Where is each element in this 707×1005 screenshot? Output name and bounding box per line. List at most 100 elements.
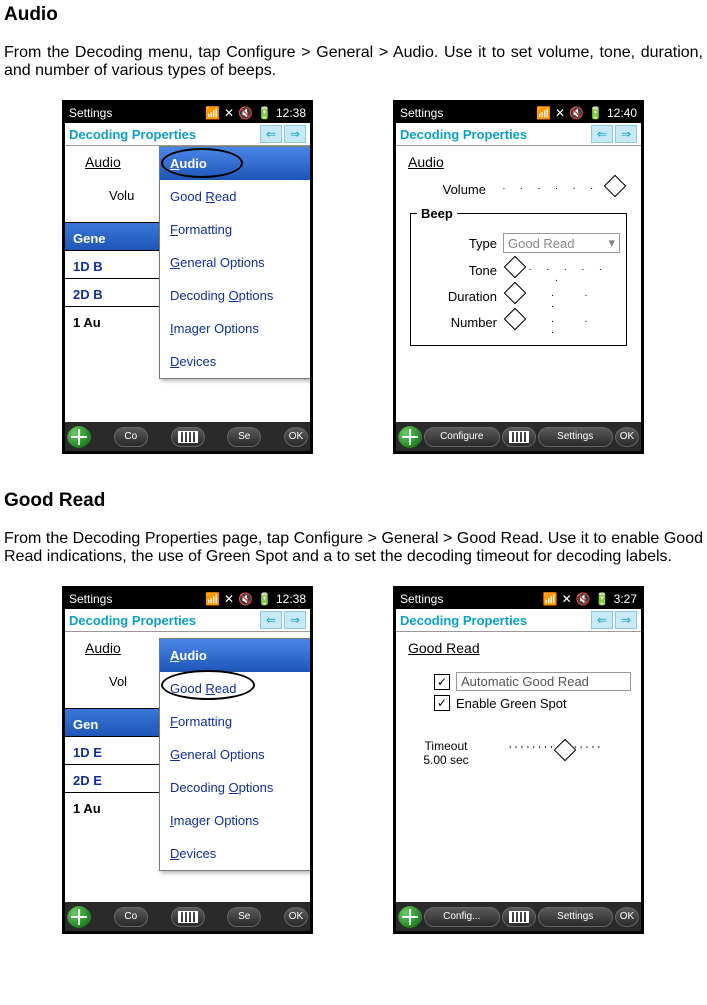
keyboard-button[interactable] <box>502 907 536 927</box>
back-arrow-button[interactable]: ⇐ <box>591 611 613 629</box>
screenshots-row-goodread: Settings 📶 ✕ 🔇 🔋 12:38 Decoding Properti… <box>4 586 703 934</box>
status-title: Settings <box>69 592 112 606</box>
settings-button[interactable]: Settings <box>538 427 614 447</box>
annotation-circle-goodread <box>161 670 255 700</box>
general-dropdown-menu: Audio Good Read Formatting General Optio… <box>159 146 310 379</box>
soft-button-bar: Co Se OK <box>65 902 310 931</box>
status-title: Settings <box>400 106 443 120</box>
ok-button[interactable]: OK <box>284 427 308 447</box>
battery-icon: 🔋 <box>257 106 272 120</box>
antenna-icon: ✕ <box>224 106 234 120</box>
clock: 12:38 <box>276 592 306 606</box>
clock: 12:40 <box>607 106 637 120</box>
clock: 12:38 <box>276 106 306 120</box>
back-arrow-button[interactable]: ⇐ <box>591 125 613 143</box>
forward-arrow-button[interactable]: ⇒ <box>284 611 306 629</box>
signal-icon: 📶 <box>536 106 551 120</box>
menu-item-general-options[interactable]: General Options <box>160 738 310 771</box>
auto-goodread-checkbox[interactable]: ✓ <box>434 674 450 690</box>
menu-item-imager-options[interactable]: Imager Options <box>160 312 310 345</box>
menu-item-devices[interactable]: Devices <box>160 837 310 870</box>
panel-title-goodread: Good Read <box>408 640 631 656</box>
number-slider[interactable] <box>503 313 616 331</box>
settings-button-trunc[interactable]: Se <box>227 907 261 927</box>
tone-slider[interactable] <box>503 261 616 279</box>
back-arrow-button[interactable]: ⇐ <box>260 611 282 629</box>
menu-item-general-options[interactable]: General Options <box>160 246 310 279</box>
keyboard-icon <box>509 431 529 443</box>
content-area: Audio Vol Gen 1D E 2D E 1 Au Audio Good … <box>65 632 310 902</box>
configure-button-trunc[interactable]: Co <box>114 427 148 447</box>
menu-item-audio[interactable]: Audio <box>160 639 310 672</box>
underlying-title: Audio <box>85 640 121 656</box>
keyboard-icon <box>509 911 529 923</box>
configure-button-trunc[interactable]: Co <box>114 907 148 927</box>
underlying-volume-label: Volu <box>109 188 134 203</box>
menu-item-decoding-options[interactable]: Decoding Options <box>160 279 310 312</box>
settings-button-trunc[interactable]: Se <box>227 427 261 447</box>
keyboard-icon <box>178 911 198 923</box>
section-heading-audio: Audio <box>4 4 703 26</box>
page-header: Decoding Properties ⇐ ⇒ <box>65 609 310 632</box>
content-area: Audio Volume Beep Type Good Read ▾ <box>396 146 641 422</box>
section-heading-goodread: Good Read <box>4 490 703 512</box>
keyboard-button[interactable] <box>502 427 536 447</box>
start-button[interactable] <box>398 427 422 447</box>
screenshot-goodread-menu: Settings 📶 ✕ 🔇 🔋 12:38 Decoding Properti… <box>62 586 313 934</box>
menu-item-good-read[interactable]: Good Read <box>160 180 310 213</box>
duration-label: Duration <box>417 289 503 304</box>
clock: 3:27 <box>614 592 637 606</box>
green-spot-label: Enable Green Spot <box>456 696 567 711</box>
start-button[interactable] <box>398 907 422 927</box>
number-label: Number <box>417 315 503 330</box>
content-area: Good Read ✓ Automatic Good Read ✓ Enable… <box>396 632 641 902</box>
soft-button-bar: Co Se OK <box>65 422 310 451</box>
content-area: Audio Volu Gene 1D B 2D B 1 Au Audio Goo… <box>65 146 310 422</box>
keyboard-button[interactable] <box>171 427 205 447</box>
page-header: Decoding Properties ⇐ ⇒ <box>396 123 641 146</box>
start-button[interactable] <box>67 427 91 447</box>
windows-icon <box>399 906 421 928</box>
keyboard-button[interactable] <box>171 907 205 927</box>
type-select[interactable]: Good Read ▾ <box>503 233 620 253</box>
signal-icon: 📶 <box>543 592 558 606</box>
settings-button[interactable]: Settings <box>538 907 614 927</box>
menu-item-formatting[interactable]: Formatting <box>160 705 310 738</box>
configure-button[interactable]: Config... <box>424 907 500 927</box>
underlying-volume-label: Vol <box>109 674 127 689</box>
timeout-label: Timeout <box>406 739 486 753</box>
start-button[interactable] <box>67 907 91 927</box>
ok-button[interactable]: OK <box>615 907 639 927</box>
signal-icon: 📶 <box>205 106 220 120</box>
ok-button[interactable]: OK <box>284 907 308 927</box>
status-title: Settings <box>400 592 443 606</box>
duration-slider[interactable] <box>503 287 616 305</box>
menu-item-imager-options[interactable]: Imager Options <box>160 804 310 837</box>
timeout-slider[interactable] <box>486 744 627 762</box>
windows-icon <box>399 426 421 448</box>
page-title: Decoding Properties <box>69 613 196 628</box>
forward-arrow-button[interactable]: ⇒ <box>615 125 637 143</box>
status-bar: Settings 📶 ✕ 🔇 🔋 12:40 <box>396 103 641 123</box>
volume-slider[interactable] <box>492 180 627 198</box>
forward-arrow-button[interactable]: ⇒ <box>284 125 306 143</box>
annotation-circle-audio <box>161 148 243 178</box>
antenna-icon: ✕ <box>562 592 572 606</box>
forward-arrow-button[interactable]: ⇒ <box>615 611 637 629</box>
page-title: Decoding Properties <box>400 613 527 628</box>
page-header: Decoding Properties ⇐ ⇒ <box>65 123 310 146</box>
status-bar: Settings 📶 ✕ 🔇 🔋 3:27 <box>396 589 641 609</box>
menu-item-formatting[interactable]: Formatting <box>160 213 310 246</box>
windows-icon <box>68 426 90 448</box>
battery-icon: 🔋 <box>588 106 603 120</box>
menu-item-devices[interactable]: Devices <box>160 345 310 378</box>
configure-button[interactable]: Configure <box>424 427 500 447</box>
status-bar: Settings 📶 ✕ 🔇 🔋 12:38 <box>65 589 310 609</box>
back-arrow-button[interactable]: ⇐ <box>260 125 282 143</box>
page-title: Decoding Properties <box>69 127 196 142</box>
panel-title-audio: Audio <box>408 154 631 170</box>
ok-button[interactable]: OK <box>615 427 639 447</box>
green-spot-checkbox[interactable]: ✓ <box>434 695 450 711</box>
status-bar: Settings 📶 ✕ 🔇 🔋 12:38 <box>65 103 310 123</box>
menu-item-decoding-options[interactable]: Decoding Options <box>160 771 310 804</box>
